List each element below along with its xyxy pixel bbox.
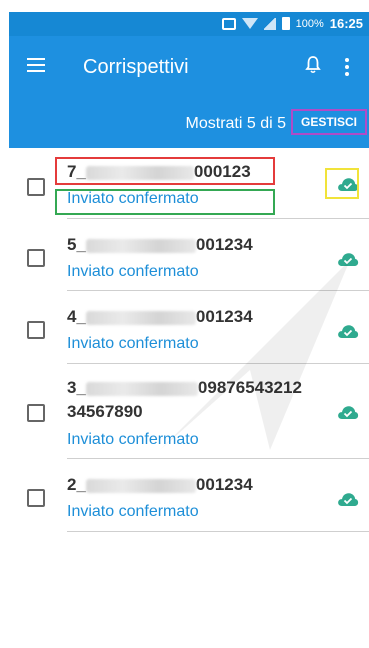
wifi-icon [241, 18, 258, 29]
app-bar: Corrispettivi [9, 36, 369, 100]
highlight-icon-box [325, 168, 359, 199]
cloud-check-icon [338, 493, 359, 506]
item-status: Inviato confermato [67, 503, 199, 520]
menu-icon[interactable] [27, 58, 45, 72]
redacted-value [85, 478, 196, 493]
item-checkbox[interactable] [27, 178, 45, 196]
item-checkbox[interactable] [27, 404, 45, 422]
highlight-status-box [55, 189, 275, 215]
clock: 16:25 [329, 16, 363, 31]
manage-button[interactable]: GESTISCI [291, 109, 367, 135]
item-checkbox[interactable] [27, 321, 45, 339]
signal-icon [263, 17, 276, 30]
vibrate-icon [221, 17, 236, 30]
watermark-logo [160, 260, 350, 450]
highlight-code-box [55, 157, 275, 185]
more-options-icon[interactable] [345, 58, 349, 79]
shown-count: Mostrati 5 di 5 [185, 115, 286, 132]
item-checkbox[interactable] [27, 249, 45, 267]
battery-percent: 100% [295, 17, 324, 30]
page-title: Corrispettivi [83, 56, 189, 78]
status-bar: 100% 16:25 [9, 12, 369, 36]
bell-icon[interactable] [305, 56, 321, 74]
item-checkbox[interactable] [27, 489, 45, 507]
battery-icon [281, 17, 290, 30]
summary-bar: Mostrati 5 di 5 GESTISCI [9, 100, 369, 148]
